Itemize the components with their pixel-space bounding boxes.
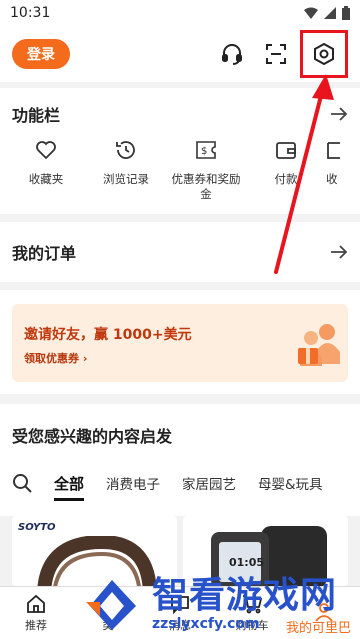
tab-all[interactable]: 全部 [54,473,85,501]
product-brand: SOYTO [18,522,56,533]
product-card[interactable]: SOYTO [12,516,177,586]
product-grid: SOYTO 01:05 [0,516,360,586]
recommend-title: 受您感兴趣的内容启发 [12,427,173,446]
feature-payment[interactable]: 付款 [246,136,326,202]
search-icon[interactable] [12,473,32,493]
scan-button[interactable] [254,32,298,76]
orders-header[interactable]: 我的订单 [0,222,360,282]
signal-icon [324,7,336,19]
coupon-icon: $ [196,141,216,159]
settings-button[interactable] [300,30,348,78]
invite-title: 邀请好友，赢 1000+美元 [24,327,192,343]
nav-home[interactable]: 推荐 [0,587,72,639]
orders-card[interactable]: 我的订单 [0,222,360,282]
nav-label: 消息 [169,618,191,632]
inbox-icon [327,142,340,159]
invite-link[interactable]: 领取优惠券 › [24,350,87,366]
wallet-icon [276,142,296,159]
nav-category[interactable]: 类 [72,587,144,639]
top-bar: 登录 [0,26,360,82]
feature-coupons[interactable]: $ 优惠券和奖励金 [166,136,246,202]
feature-label: 付款 [274,172,298,186]
feature-label: 收 [326,172,338,186]
nav-label: 购物车 [235,618,269,632]
customer-service-button[interactable] [210,32,254,76]
orders-title: 我的订单 [12,244,77,263]
arrow-right-icon [331,107,348,121]
login-button[interactable]: 登录 [12,39,70,69]
product-screen-time: 01:05 [229,556,265,569]
feature-inbox[interactable]: 收 [326,136,360,202]
nav-label: 类 [102,618,114,632]
arrow-right-icon [331,245,348,259]
product-card[interactable]: 01:05 [183,516,348,586]
features-card: 功能栏 收藏夹 浏览记录 $ 优惠券和奖励金 付款 收 [0,88,360,214]
status-icons [304,6,350,20]
feature-label: 浏览记录 [103,172,149,186]
invite-banner[interactable]: 邀请好友，赢 1000+美元 领取优惠券 › [12,304,348,382]
status-bar: 10:31 [0,0,360,26]
tab-electronics[interactable]: 消费电子 [106,473,160,493]
scan-icon [266,44,286,64]
heart-icon [36,141,56,160]
user-icon [315,602,333,622]
category-icon [99,594,117,613]
nav-messages[interactable]: 消息 [144,587,216,639]
category-tabs: 全部 消费电子 家居园艺 母婴&玩具 [0,458,360,508]
wifi-icon [304,7,318,19]
battery-icon [342,6,350,20]
settings-icon [314,42,334,66]
nav-cart[interactable]: 购物车 [216,587,288,639]
feature-label: 收藏夹 [28,172,64,186]
tab-baby-toys[interactable]: 母婴&玩具 [258,473,323,493]
features-title: 功能栏 [12,106,61,125]
top-icons [210,30,348,78]
features-list: 收藏夹 浏览记录 $ 优惠券和奖励金 付款 收 [0,136,360,202]
feature-label: 优惠券和奖励金 [171,172,241,201]
home-icon [27,594,45,613]
headset-icon [222,44,242,65]
nav-label: 推荐 [25,618,47,632]
features-header[interactable]: 功能栏 [0,92,360,136]
bottom-nav: 推荐 类 消息 购物车 [0,586,360,639]
nav-account[interactable] [288,587,360,639]
history-icon [116,141,135,159]
headphones-image [37,536,157,586]
status-time: 10:31 [10,5,51,21]
recommend-header: 受您感兴趣的内容启发 [0,404,360,466]
tab-home-garden[interactable]: 家居园艺 [182,473,236,493]
cart-icon [243,594,262,613]
feature-history[interactable]: 浏览记录 [86,136,166,202]
recommend-card: 受您感兴趣的内容启发 全部 消费电子 家居园艺 母婴&玩具 [0,404,360,516]
phone-image [211,526,327,586]
feature-favorites[interactable]: 收藏夹 [6,136,86,202]
gift-illustration [298,324,340,366]
svg-text:$: $ [201,146,207,157]
message-icon [171,595,189,614]
